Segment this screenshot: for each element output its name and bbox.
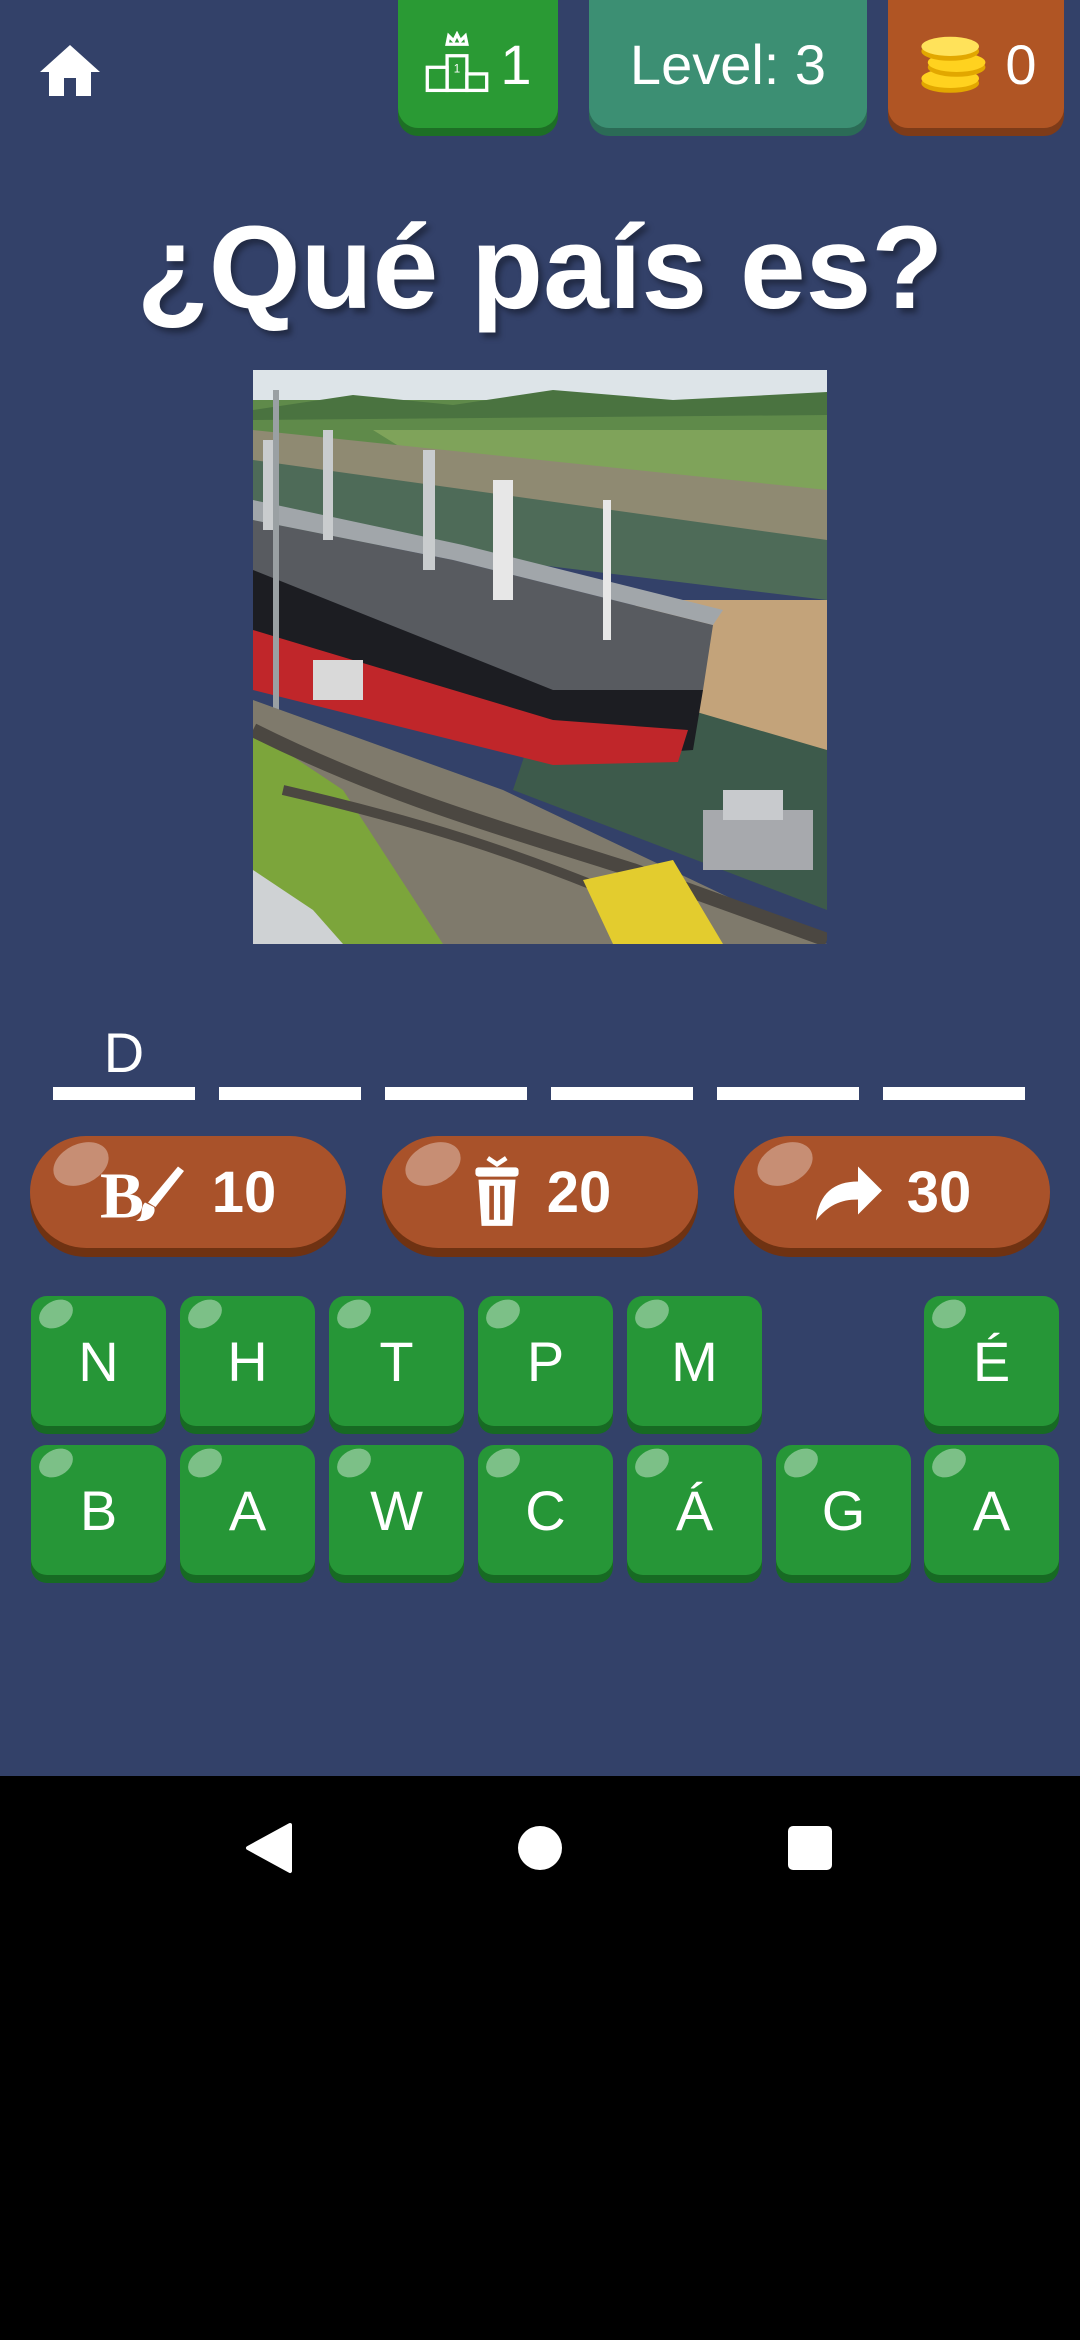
podium-crown-icon: 1 [426,31,489,93]
remove-letters-button[interactable]: 20 [382,1136,698,1248]
letter-key[interactable]: Á [627,1445,762,1575]
letter-key[interactable]: G [776,1445,911,1575]
letter-key[interactable]: B [31,1445,166,1575]
answer-slot[interactable] [219,1020,361,1100]
answer-slot-line [385,1087,527,1100]
reveal-letter-cost: 10 [211,1159,277,1225]
system-navigation-bar [0,1776,1080,1920]
answer-slot-line [219,1087,361,1100]
letter-key[interactable]: A [180,1445,315,1575]
skip-level-button[interactable]: 30 [734,1136,1050,1248]
answer-slot-line [717,1087,859,1100]
level-text: Level: 3 [629,32,827,96]
letter-key-label: N [78,1329,119,1393]
answer-slot[interactable]: D [53,1020,195,1100]
question-image [253,370,827,944]
nav-home-button[interactable] [480,1776,600,1920]
letter-key[interactable]: W [329,1445,464,1575]
letter-key-label: T [379,1329,414,1393]
svg-text:B: B [100,1160,144,1228]
svg-text:1: 1 [454,63,460,75]
key-gloss [778,1445,824,1484]
letter-key[interactable]: N [31,1296,166,1426]
key-gloss [33,1445,79,1484]
letter-key-label: W [370,1478,423,1542]
back-triangle-icon [246,1823,292,1873]
letter-key[interactable]: T [329,1296,464,1426]
rank-value: 1 [500,32,532,96]
answer-slot[interactable] [717,1020,859,1100]
coins-value: 0 [1005,32,1037,96]
key-gloss [926,1445,972,1484]
key-gloss [480,1445,526,1484]
home-icon [40,45,100,96]
letter-key[interactable]: C [478,1445,613,1575]
nav-recents-button[interactable] [750,1776,870,1920]
skip-level-cost: 30 [906,1159,972,1225]
ranking-button[interactable]: 1 1 [398,0,558,128]
letter-key-label: A [228,1478,267,1542]
letter-key-label: C [525,1478,566,1542]
key-gloss [182,1296,228,1335]
key-gloss [926,1296,972,1335]
letter-key[interactable]: H [180,1296,315,1426]
trash-icon [469,1155,525,1229]
key-gloss [182,1445,228,1484]
button-gloss [398,1136,468,1195]
letter-key[interactable]: É [924,1296,1059,1426]
letter-key-label: É [972,1329,1011,1393]
answer-slot[interactable] [385,1020,527,1100]
letter-key-label: P [526,1329,565,1393]
reveal-letter-button[interactable]: B 10 [30,1136,346,1248]
answer-slot-line [883,1087,1025,1100]
button-gloss [750,1136,820,1195]
letter-key-label: H [227,1329,268,1393]
coins-button[interactable]: 0 [888,0,1064,128]
home-button[interactable] [30,32,110,112]
level-badge: Level: 3 [589,0,867,128]
letter-key-label: M [671,1329,718,1393]
coin-stack-icon [921,36,986,93]
key-gloss [331,1296,377,1335]
skip-arrow-icon [813,1160,885,1224]
letter-key-label: G [821,1478,866,1542]
question-title: ¿Qué país es? [136,202,944,334]
letter-key[interactable]: M [627,1296,762,1426]
nav-back-button[interactable] [208,1776,328,1920]
letter-key-label: Á [675,1478,714,1542]
answer-slot-line [53,1087,195,1100]
paint-brush-icon: B [100,1157,190,1227]
key-gloss [480,1296,526,1335]
letter-key[interactable]: A [924,1445,1059,1575]
recents-square-icon [788,1826,832,1870]
answer-slot[interactable] [551,1020,693,1100]
game-screen: 1 1 Level: 3 0 ¿Qué país es? D B 10 20 3… [0,0,1080,1776]
key-gloss [629,1296,675,1335]
key-gloss [629,1445,675,1484]
letter-key-label: B [79,1478,118,1542]
answer-slot-letter: D [103,1021,145,1084]
answer-slot[interactable] [883,1020,1025,1100]
letter-key[interactable]: P [478,1296,613,1426]
remove-letters-cost: 20 [546,1159,612,1225]
key-gloss [33,1296,79,1335]
letter-key-label: A [972,1478,1011,1542]
answer-slot-line [551,1087,693,1100]
home-circle-icon [518,1826,562,1870]
